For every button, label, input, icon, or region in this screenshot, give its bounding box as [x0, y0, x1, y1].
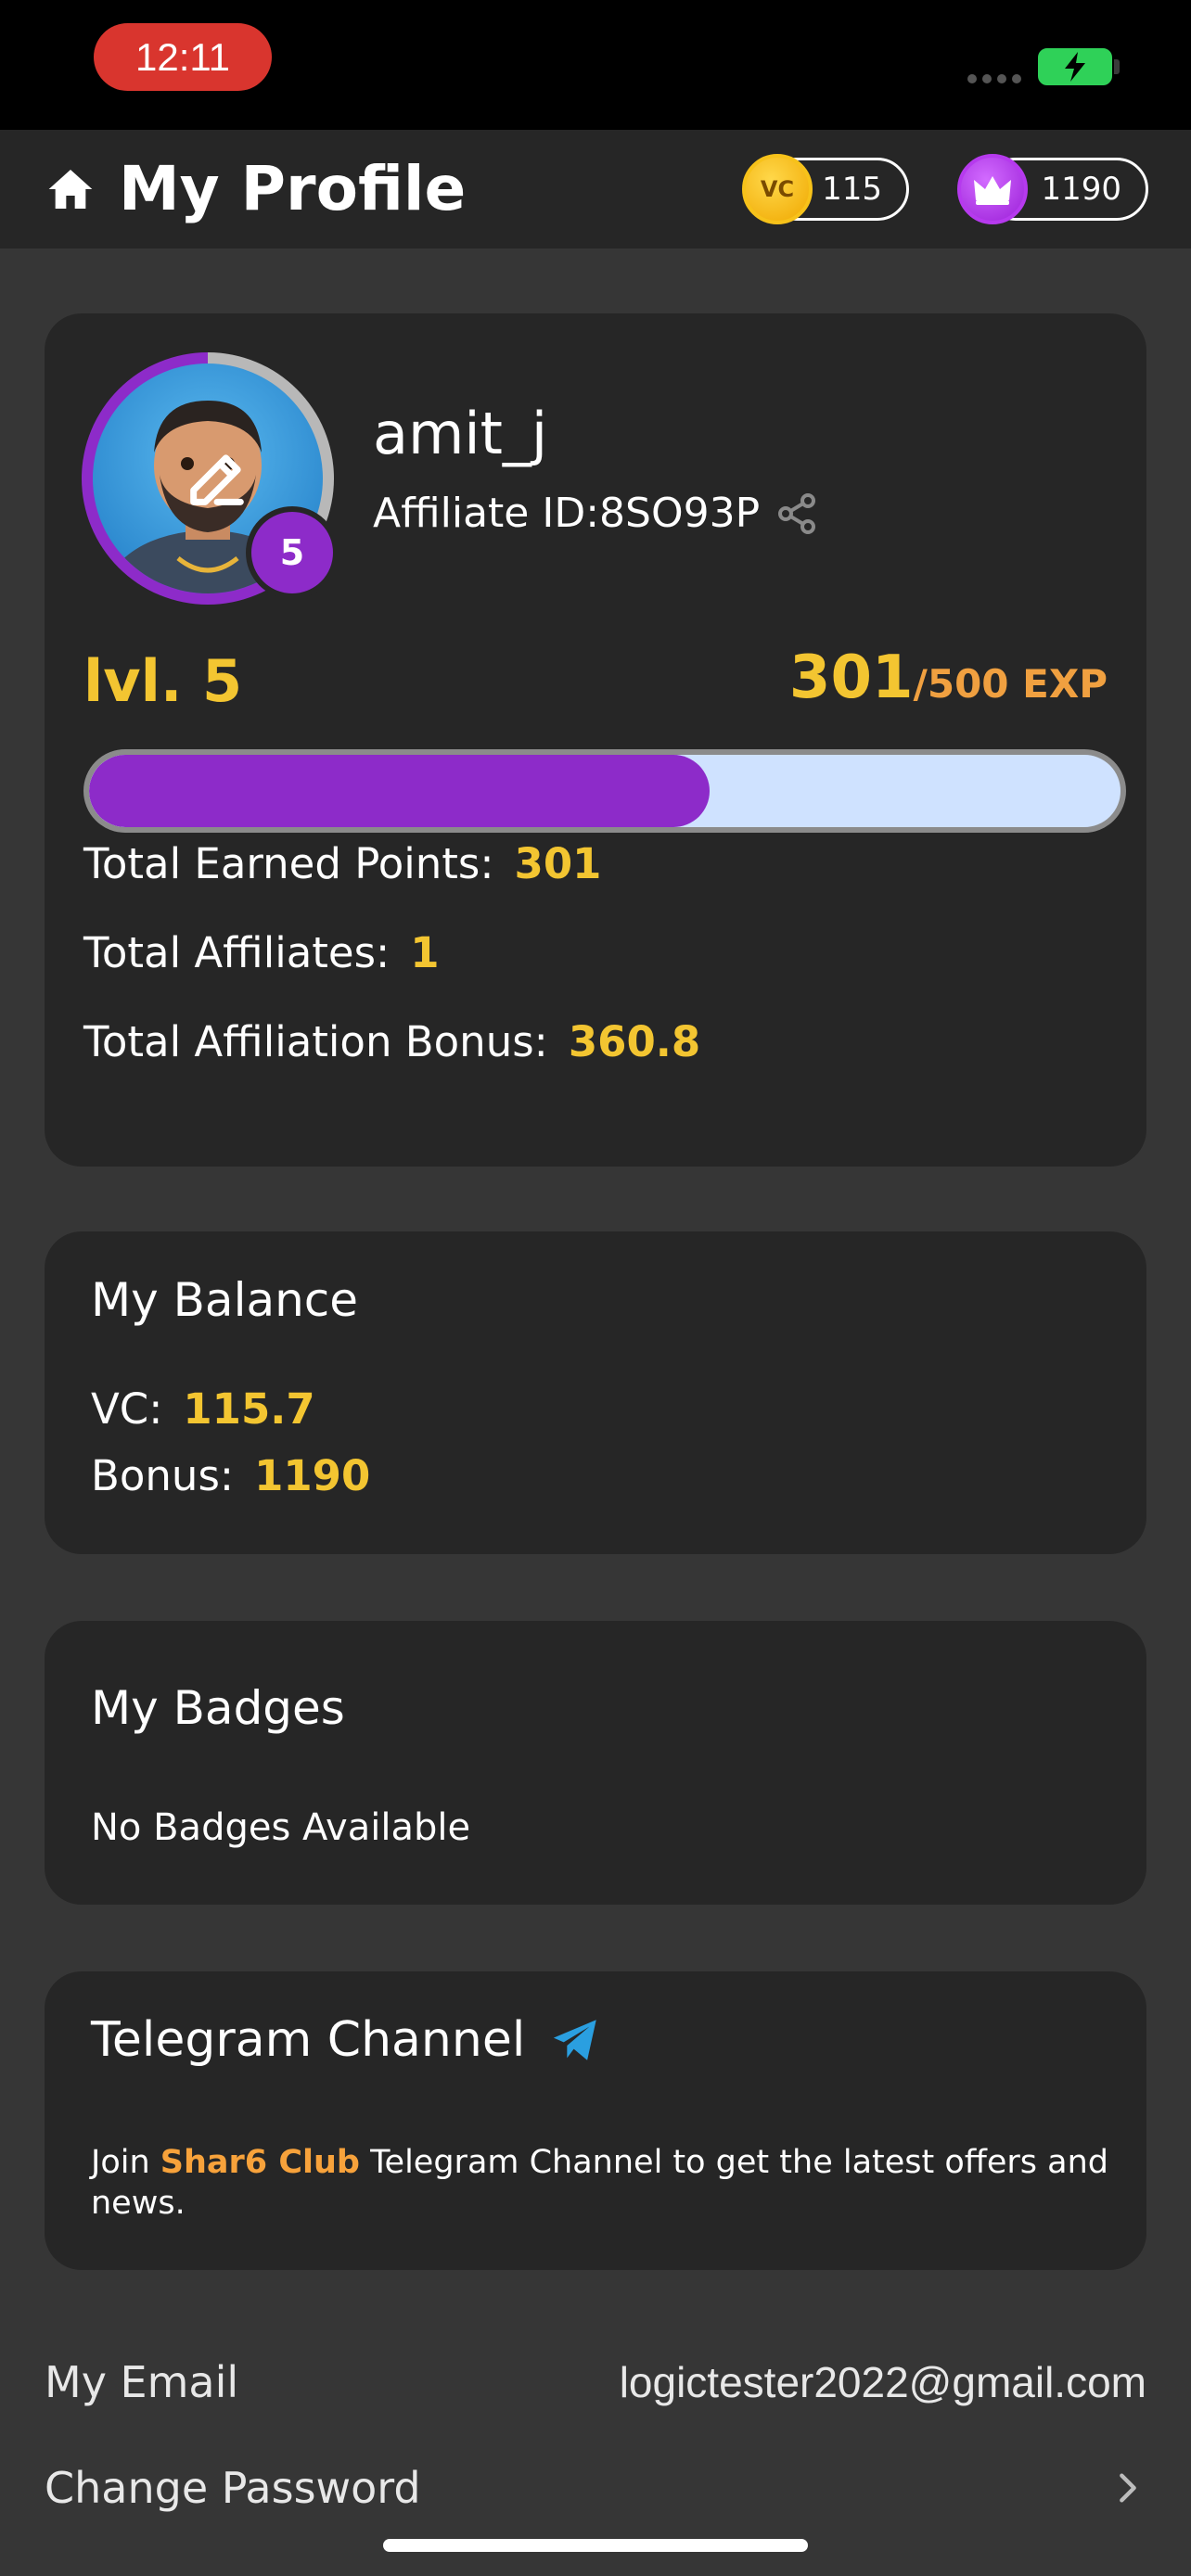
exp-progress-bar — [83, 749, 1126, 833]
stat-affiliates: Total Affiliates: 1 — [83, 927, 440, 979]
avatar-level-badge: 5 — [246, 506, 339, 599]
balance-vc-label: VC: — [91, 1384, 163, 1434]
profile-card: 5 amit_j Affiliate ID:8SO93P lvl. 5 301 … — [45, 313, 1146, 1167]
vc-balance-value: 115 — [822, 171, 882, 208]
signal-icon — [967, 74, 1023, 85]
home-icon[interactable] — [45, 163, 96, 215]
exp-current: 301 — [788, 644, 914, 712]
home-indicator[interactable] — [383, 2539, 808, 2552]
change-password-row[interactable]: Change Password — [45, 2463, 1146, 2513]
battery-charging-icon — [1038, 48, 1112, 85]
level-label: lvl. 5 — [83, 647, 243, 715]
balance-title: My Balance — [91, 1273, 359, 1327]
bonus-balance-value: 1190 — [1041, 171, 1121, 208]
stat-value: 1 — [410, 928, 440, 977]
edit-avatar-icon[interactable] — [182, 443, 252, 514]
exp-progress-fill — [89, 755, 711, 827]
badges-card: My Badges No Badges Available — [45, 1621, 1146, 1905]
share-icon[interactable] — [775, 491, 819, 536]
balance-bonus-value: 1190 — [254, 1451, 371, 1500]
no-badges-text: No Badges Available — [91, 1806, 471, 1849]
telegram-brand-link[interactable]: Shar6 Club — [160, 2144, 360, 2181]
telegram-icon[interactable] — [549, 2013, 603, 2067]
exp-total: /500 EXP — [913, 661, 1108, 707]
stat-label: Total Earned Points: — [83, 839, 494, 888]
stat-value: 301 — [514, 839, 602, 888]
status-time: 12:11 — [94, 23, 272, 91]
stat-affiliation-bonus: Total Affiliation Bonus: 360.8 — [83, 1016, 700, 1068]
stat-label: Total Affiliation Bonus: — [83, 1017, 548, 1066]
username: amit_j — [373, 400, 548, 467]
balance-bonus-row: Bonus: 1190 — [91, 1450, 370, 1502]
affiliate-id-text: Affiliate ID:8SO93P — [373, 490, 761, 537]
balance-bonus-label: Bonus: — [91, 1451, 235, 1500]
balance-card: My Balance VC: 115.7 Bonus: 1190 — [45, 1231, 1146, 1554]
battery-cap — [1114, 59, 1120, 74]
change-password-label: Change Password — [45, 2463, 421, 2513]
stat-earned-points: Total Earned Points: 301 — [83, 838, 601, 890]
email-value: logictester2022@gmail.com — [619, 2358, 1146, 2406]
app-header: My Profile 115 VC 1190 — [0, 130, 1191, 249]
crown-coin-icon — [957, 154, 1028, 224]
telegram-card[interactable]: Telegram Channel Join Shar6 Club Telegra… — [45, 1971, 1146, 2270]
vc-coin-icon: VC — [742, 154, 813, 224]
page-title: My Profile — [119, 153, 467, 224]
balance-vc-value: 115.7 — [183, 1384, 315, 1434]
email-label: My Email — [45, 2357, 239, 2407]
telegram-title: Telegram Channel — [91, 2012, 526, 2068]
balance-vc-row: VC: 115.7 — [91, 1384, 315, 1435]
status-bar: 12:11 — [0, 0, 1191, 130]
badges-title: My Badges — [91, 1681, 345, 1735]
telegram-title-row: Telegram Channel — [91, 2012, 603, 2068]
exp-counter: 301 /500 EXP — [789, 644, 1108, 712]
stat-label: Total Affiliates: — [83, 928, 391, 977]
telegram-description: Join Shar6 Club Telegram Channel to get … — [91, 2144, 1109, 2222]
chevron-right-icon — [1120, 2473, 1136, 2503]
email-row: My Email logictester2022@gmail.com — [45, 2357, 1146, 2407]
affiliate-id-row: Affiliate ID:8SO93P — [373, 488, 819, 540]
stat-value: 360.8 — [568, 1017, 701, 1066]
